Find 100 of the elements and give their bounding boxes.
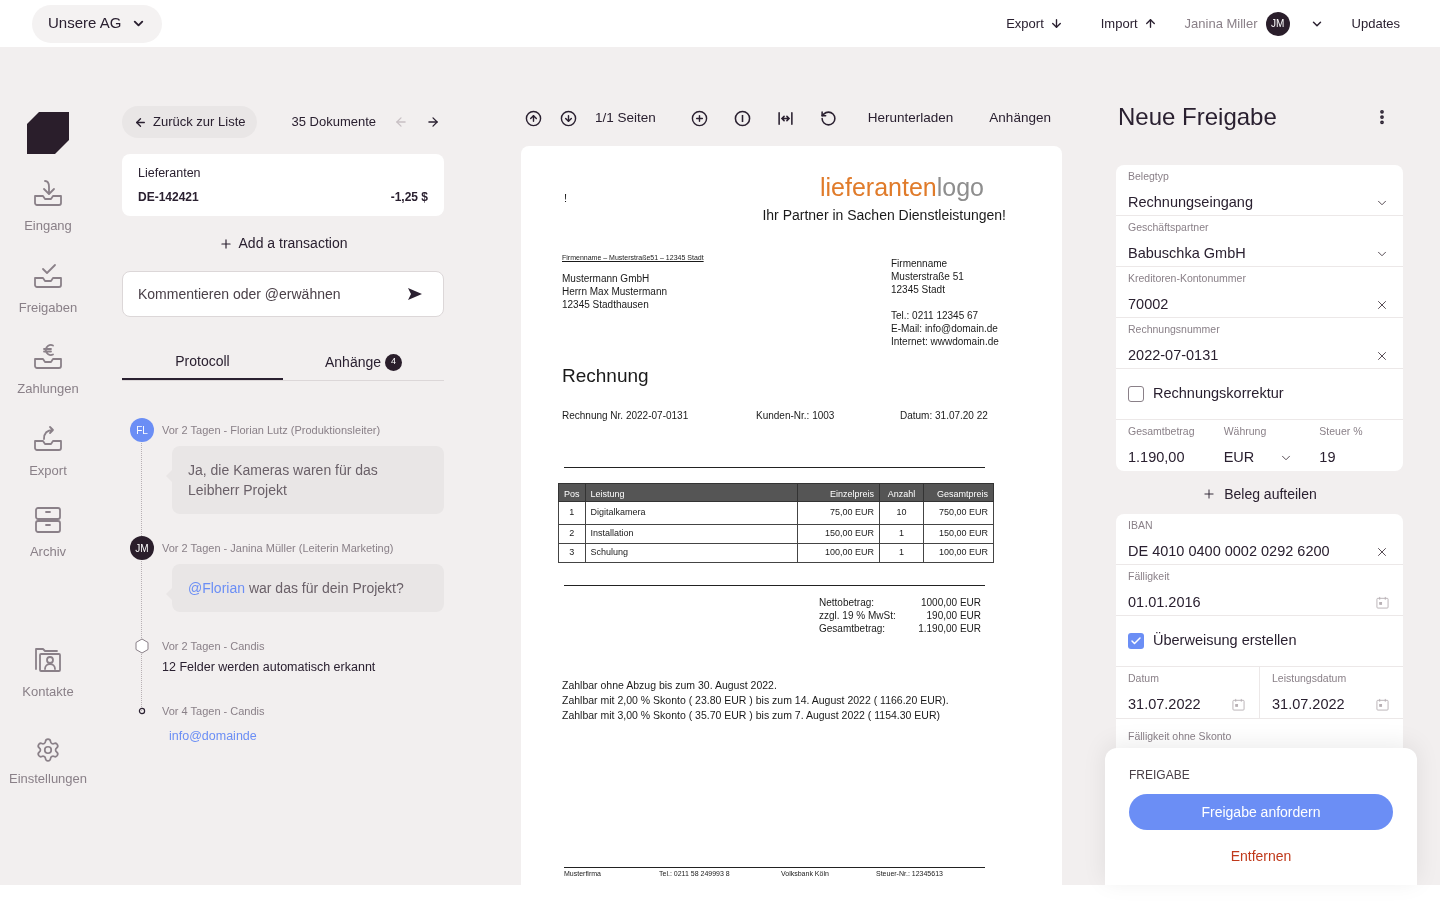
zoom-in-icon[interactable]: [690, 109, 708, 127]
invoice-meta: Kunden-Nr.: 1003: [756, 408, 836, 423]
field-label: Fälligkeit ohne Skonto: [1128, 730, 1232, 742]
total-value: 1.190,00 EUR: [918, 622, 981, 635]
total-label: zzgl. 19 % MwSt:: [819, 609, 896, 622]
user-avatar[interactable]: JM: [1265, 11, 1290, 36]
recipient-address-line: Herrn Max Mustermann: [562, 284, 669, 298]
supplier-slogan: Ihr Partner in Sachen Dienstleistungen!: [762, 206, 1006, 225]
form-field[interactable]: Fälligkeit 01.01.2016: [1116, 565, 1403, 616]
toolbar-button[interactable]: Import: [1100, 13, 1157, 34]
toolbar-button[interactable]: Anhängen: [989, 107, 1051, 129]
form-field[interactable]: Steuer % 19: [1307, 420, 1403, 471]
form-field[interactable]: Leistungsdatum 31.07.2022: [1260, 667, 1403, 718]
sidebar-item[interactable]: Kontakte: [22, 681, 74, 701]
page-up-icon[interactable]: [525, 109, 542, 127]
sender-address-line: 12345 Stadt: [891, 283, 946, 296]
send-icon[interactable]: [408, 288, 422, 300]
sender-address-line: Musterstraße 51: [891, 270, 965, 283]
payment-terms: Zahlbar mit 3,00 % Skonto ( 35.70 EUR ) bis zum 7. August 2022 ( 1154.30 EUR): [562, 708, 941, 723]
arrow-left-icon: [134, 115, 147, 129]
checkbox[interactable]: [1128, 386, 1144, 402]
table-cell: 1: [879, 543, 924, 563]
tab[interactable]: Protocoll: [122, 344, 283, 380]
tab[interactable]: Anhänge 4: [283, 344, 444, 380]
contact-line: E-Mail: info@domain.de: [891, 322, 999, 335]
column-header: Einzelpreis: [797, 483, 880, 502]
page-down-icon[interactable]: [560, 109, 577, 127]
form-field[interactable]: Währung EUR: [1211, 420, 1308, 471]
table-cell: Digitalkamera: [585, 501, 798, 525]
form-field[interactable]: Belegtyp Rechnungseingang: [1116, 165, 1403, 216]
marker-text: !: [564, 191, 568, 206]
table-cell: 1: [558, 501, 585, 525]
form-field[interactable]: IBAN DE 4010 0400 0002 0292 6200: [1116, 514, 1403, 565]
form-field[interactable]: Gesamtbetrag 1.190,00: [1116, 420, 1212, 471]
plus-icon: [1202, 487, 1217, 501]
form-field[interactable]: Datum 31.07.2022: [1116, 667, 1259, 718]
split-button[interactable]: Beleg aufteilen: [1202, 484, 1317, 504]
total-label: Gesamtbetrag:: [819, 622, 886, 635]
table-cell: 100,00 EUR: [797, 543, 880, 563]
comment-text: Ja, die Kameras waren für das Leibherr Projekt: [188, 462, 378, 498]
arrow-down-icon: [1049, 17, 1063, 30]
table-cell: 3: [558, 543, 585, 563]
next-button[interactable]: [426, 115, 441, 129]
toolbar-button[interactable]: Herunterladen: [867, 107, 954, 129]
column-header: Gesamtpreis: [923, 483, 994, 502]
comment-field[interactable]: Kommentieren oder @erwähnen: [122, 271, 444, 317]
info-icon[interactable]: [733, 109, 751, 127]
recipient-address-line: 12345 Stadthausen: [562, 297, 650, 311]
remove-button[interactable]: Entfernen: [1230, 846, 1292, 867]
section-heading: FREIGABE: [1129, 767, 1191, 784]
company-dropdown[interactable]: Unsere AG: [32, 4, 163, 43]
check-icon: [1130, 635, 1142, 647]
timeline-meta: Vor 4 Tagen - Candis: [162, 703, 266, 719]
column-header: Anzahl: [879, 483, 924, 502]
checkbox[interactable]: [1128, 633, 1144, 649]
checkbox-label: Überweisung erstellen: [1153, 631, 1297, 651]
timeline-meta: Vor 2 Tagen - Candis: [162, 638, 266, 654]
document-count: 35 Dokumente: [291, 113, 377, 132]
payment-terms: Zahlbar mit 2,00 % Skonto ( 23.80 EUR ) bis zum 14. August 2022 ( 1166.20 EUR).: [562, 693, 950, 708]
supplier-logo: lieferantenlogo: [820, 172, 984, 202]
settings-icon: [35, 737, 61, 763]
add-transaction-button[interactable]: Add a transaction: [218, 233, 348, 254]
count-badge: 4: [385, 353, 403, 371]
app-logo[interactable]: [27, 112, 69, 154]
invoice-title: Rechnung: [562, 364, 650, 388]
contact-line: Internet: wwwdomain.de: [891, 335, 1000, 348]
invoice-meta: Rechnung Nr. 2022-07-0131: [562, 408, 690, 423]
contact-line: Tel.: 0211 12345 67: [891, 309, 980, 322]
table-cell: 150,00 EUR: [923, 524, 994, 544]
fit-width-icon[interactable]: [776, 109, 794, 127]
sender-address-line: Firmenname: [891, 257, 949, 270]
table-cell: 75,00 EUR: [797, 501, 880, 525]
table-cell: 100,00 EUR: [923, 543, 994, 563]
total-value: 1000,00 EUR: [920, 596, 981, 609]
hexagon-icon: [135, 638, 149, 654]
timeline-meta: Vor 2 Tagen - Janina Müller (Leiterin Marketing): [162, 540, 395, 556]
recipient-address-line: Mustermann GmbH: [562, 271, 651, 285]
toolbar-button[interactable]: Export: [1006, 13, 1063, 34]
back-button[interactable]: Zurück zur Liste: [122, 106, 258, 138]
table-cell: 150,00 EUR: [797, 524, 880, 544]
table-cell: Installation: [585, 524, 798, 544]
table-cell: Schulung: [585, 543, 798, 563]
transaction-card[interactable]: Lieferanten DE-142421 -1,25 $: [122, 154, 444, 216]
rotate-icon[interactable]: [819, 109, 837, 127]
form-field[interactable]: Geschäftspartner Babuschka GmbH: [1116, 216, 1403, 267]
page-indicator: 1/1 Seiten: [595, 108, 656, 127]
transaction-title: Lieferanten: [138, 165, 202, 182]
transaction-id: DE-142421: [138, 189, 199, 206]
column-header: Leistung: [585, 483, 798, 502]
updates-link[interactable]: Updates: [1351, 13, 1400, 34]
total-label: Nettobetrag:: [819, 596, 875, 609]
table-cell: 1: [879, 524, 924, 544]
form-field[interactable]: Rechnungsnummer 2022-07-0131: [1116, 318, 1403, 369]
plus-icon: [218, 236, 233, 251]
total-value: 190,00 EUR: [926, 609, 981, 622]
table-cell: 750,00 EUR: [923, 501, 994, 525]
checkbox-label: Rechnungskorrektur: [1153, 384, 1284, 404]
table-cell: 10: [879, 501, 924, 525]
arrow-up-icon: [1143, 17, 1157, 30]
form-field[interactable]: Kreditoren-Kontonummer 70002: [1116, 267, 1403, 318]
